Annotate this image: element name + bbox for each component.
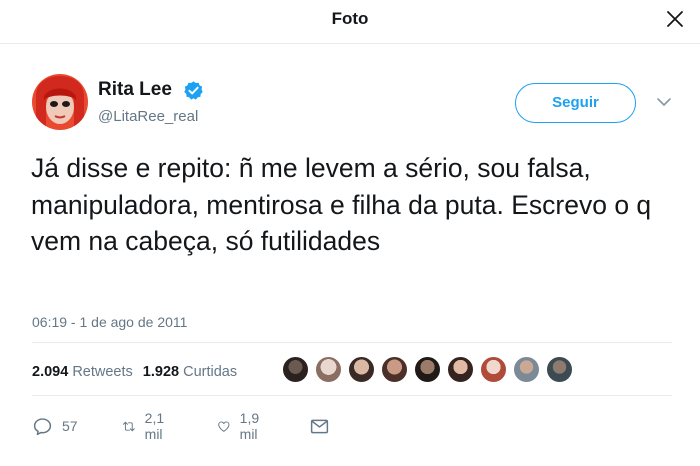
likes-label[interactable]: Curtidas	[183, 364, 237, 380]
retweet-count: 2,1 mil	[144, 410, 165, 442]
liker-avatar[interactable]	[545, 355, 574, 384]
divider	[32, 342, 672, 343]
mail-icon	[310, 419, 329, 433]
modal-title: Foto	[331, 9, 369, 28]
tweet-stats: 2.094 Retweets 1.928 Curtidas	[32, 364, 237, 380]
like-count: 1,9 mil	[239, 410, 260, 442]
user-name[interactable]: Rita Lee	[98, 79, 172, 101]
divider	[32, 395, 672, 396]
liker-avatar[interactable]	[380, 355, 409, 384]
user-handle[interactable]: @LitaRee_real	[98, 108, 198, 125]
tweet-text: Já disse e repito: ñ me levem a sério, s…	[31, 153, 652, 256]
liker-avatar[interactable]	[479, 355, 508, 384]
reply-button[interactable]: 57	[32, 414, 78, 438]
liker-avatar[interactable]	[281, 355, 310, 384]
reply-icon	[33, 417, 52, 435]
chevron-down-icon[interactable]	[656, 96, 672, 108]
liker-avatar[interactable]	[413, 355, 442, 384]
liker-avatar[interactable]	[314, 355, 343, 384]
heart-icon	[218, 420, 230, 432]
modal-header: Foto	[0, 0, 700, 44]
liker-avatar[interactable]	[347, 355, 376, 384]
retweet-button[interactable]: 2,1 mil	[122, 410, 171, 442]
direct-message-button[interactable]	[309, 414, 330, 438]
avatar[interactable]	[32, 74, 88, 130]
close-icon[interactable]	[664, 8, 686, 30]
like-button[interactable]: 1,9 mil	[217, 410, 266, 442]
retweets-label[interactable]: Retweets	[72, 364, 132, 380]
likes-count[interactable]: 1.928	[143, 364, 179, 380]
retweet-icon	[122, 421, 135, 431]
retweets-count[interactable]: 2.094	[32, 364, 68, 380]
verified-badge-icon	[184, 81, 203, 100]
liker-avatar[interactable]	[446, 355, 475, 384]
follow-button[interactable]: Seguir	[515, 83, 636, 123]
reply-count: 57	[62, 418, 78, 434]
tweet-timestamp[interactable]: 06:19 - 1 de ago de 2011	[32, 314, 187, 330]
liker-avatar[interactable]	[512, 355, 541, 384]
